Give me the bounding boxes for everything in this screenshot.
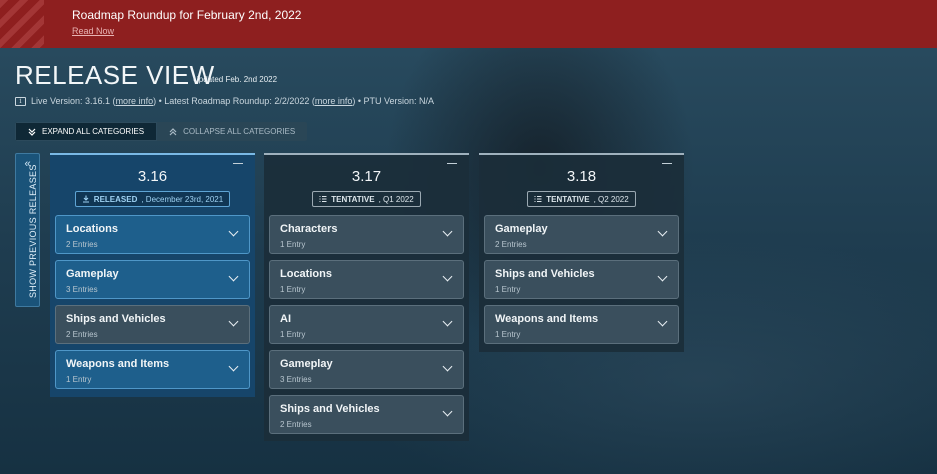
category-entry-count: 3 Entries [280,375,312,384]
expand-all-categories-button[interactable]: EXPAND ALL CATEGORIES [15,122,158,141]
release-column-3-17: 3.17 TENTATIVE, Q1 2022 Characters 1 Ent… [264,153,469,441]
category-gameplay[interactable]: Gameplay 3 Entries [55,260,250,299]
minimize-icon[interactable] [233,163,243,164]
category-name: AI [280,313,291,325]
list-icon [534,195,542,203]
category-name: Ships and Vehicles [280,403,380,415]
category-gameplay[interactable]: Gameplay 3 Entries [269,350,464,389]
category-name: Ships and Vehicles [66,313,166,325]
chevron-down-icon [442,361,453,372]
category-entry-count: 2 Entries [66,330,98,339]
category-entry-count: 2 Entries [280,420,312,429]
category-gameplay[interactable]: Gameplay 2 Entries [484,215,679,254]
chevron-down-icon [442,271,453,282]
list-icon [319,195,327,203]
release-status-badge: TENTATIVE, Q1 2022 [312,191,421,207]
double-chevron-down-icon [28,128,36,136]
banner-stripes [0,0,44,48]
chevron-down-icon [228,316,239,327]
release-date: , Q1 2022 [378,194,414,204]
category-entry-count: 1 Entry [280,330,306,339]
version-info-row: i Live Version: 3.16.1 (more info) • Lat… [15,96,434,106]
release-status: RELEASED [93,194,138,204]
category-entry-count: 3 Entries [66,285,98,294]
category-locations[interactable]: Locations 2 Entries [55,215,250,254]
category-toggle: EXPAND ALL CATEGORIES COLLAPSE ALL CATEG… [15,122,308,141]
release-status-badge: RELEASED, December 23rd, 2021 [74,191,231,207]
category-entry-count: 1 Entry [280,285,306,294]
announcement-banner: Roadmap Roundup for February 2nd, 2022 R… [0,0,937,48]
category-ships-and-vehicles[interactable]: Ships and Vehicles 2 Entries [55,305,250,344]
category-entry-count: 1 Entry [66,375,92,384]
double-chevron-up-icon [169,127,177,135]
show-previous-releases-label: SHOW PREVIOUS RELEASES [28,164,38,298]
minimize-icon[interactable] [447,163,457,164]
page-title: RELEASE VIEW [15,60,215,90]
expand-all-label: EXPAND ALL CATEGORIES [42,127,145,136]
category-entry-count: 2 Entries [495,240,527,249]
category-ships-and-vehicles[interactable]: Ships and Vehicles 1 Entry [484,260,679,299]
live-version-more-info-link[interactable]: more info [116,96,154,106]
category-ships-and-vehicles[interactable]: Ships and Vehicles 2 Entries [269,395,464,434]
ptu-version-text: ) • PTU Version: N/A [352,96,435,106]
chevron-down-icon [657,316,668,327]
category-name: Gameplay [495,223,548,235]
category-name: Ships and Vehicles [495,268,595,280]
release-status: TENTATIVE [546,194,590,204]
release-date: , December 23rd, 2021 [141,194,224,204]
category-entry-count: 1 Entry [495,285,521,294]
live-version-text: Live Version: 3.16.1 ( [31,96,116,106]
category-ai[interactable]: AI 1 Entry [269,305,464,344]
chevron-down-icon [442,406,453,417]
release-date: , Q2 2022 [593,194,629,204]
chevron-down-icon [657,226,668,237]
category-name: Weapons and Items [66,358,170,370]
category-characters[interactable]: Characters 1 Entry [269,215,464,254]
minimize-icon[interactable] [662,163,672,164]
release-status-badge: TENTATIVE, Q2 2022 [527,191,636,207]
release-version: 3.18 [566,168,597,185]
category-name: Locations [280,268,332,280]
release-column-3-16: 3.16 RELEASED, December 23rd, 2021 Locat… [50,153,255,397]
release-version: 3.16 [137,168,168,185]
chevron-down-icon [442,226,453,237]
category-name: Gameplay [66,268,119,280]
category-name: Gameplay [280,358,333,370]
release-status: TENTATIVE [331,194,375,204]
release-version: 3.17 [351,168,382,185]
roadmap-roundup-text: ) • Latest Roadmap Roundup: 2/2/2022 ( [153,96,315,106]
collapse-all-label: COLLAPSE ALL CATEGORIES [183,127,296,136]
category-entry-count: 2 Entries [66,240,98,249]
info-icon: i [15,96,26,106]
category-weapons-and-items[interactable]: Weapons and Items 1 Entry [484,305,679,344]
updated-date: Updated Feb. 2nd 2022 [193,75,278,84]
chevron-down-icon [442,316,453,327]
category-locations[interactable]: Locations 1 Entry [269,260,464,299]
chevron-down-icon [228,271,239,282]
show-previous-releases-button[interactable]: « SHOW PREVIOUS RELEASES [15,153,40,307]
category-weapons-and-items[interactable]: Weapons and Items 1 Entry [55,350,250,389]
chevron-down-icon [228,226,239,237]
category-entry-count: 1 Entry [495,330,521,339]
download-icon [82,195,89,203]
roadmap-more-info-link[interactable]: more info [315,96,353,106]
read-now-link[interactable]: Read Now [72,26,114,36]
chevron-down-icon [657,271,668,282]
collapse-all-categories-button[interactable]: COLLAPSE ALL CATEGORIES [157,122,308,141]
category-entry-count: 1 Entry [280,240,306,249]
chevron-down-icon [228,361,239,372]
release-column-3-18: 3.18 TENTATIVE, Q2 2022 Gameplay 2 Entri… [479,153,684,352]
category-name: Locations [66,223,118,235]
banner-title: Roadmap Roundup for February 2nd, 2022 [72,8,302,22]
category-name: Characters [280,223,338,235]
category-name: Weapons and Items [495,313,599,325]
